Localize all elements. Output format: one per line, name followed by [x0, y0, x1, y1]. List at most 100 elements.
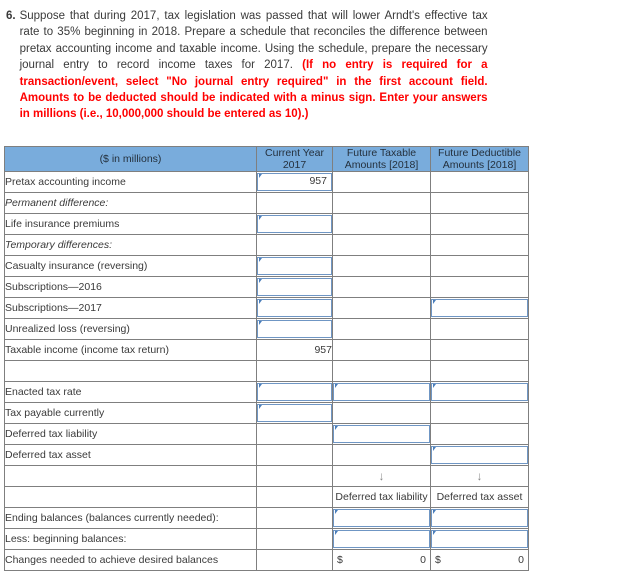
input-enacted-tax-rate-future-deductible[interactable] [431, 383, 528, 401]
cell-taxable-income-future-deductible [430, 339, 529, 361]
table-row: Subscriptions—2016 [4, 276, 529, 298]
cell-tax-payable-current[interactable] [256, 402, 333, 424]
footer-label-deferred-tax-asset: Deferred tax asset [430, 486, 529, 508]
row-label-unrealized-loss: Unrealized loss (reversing) [4, 318, 257, 340]
row-label-subscriptions-2017: Subscriptions—2017 [4, 297, 257, 319]
input-pretax-accounting-income-current[interactable]: 957 [257, 173, 332, 191]
row-label-ending-balances: Ending balances (balances currently need… [4, 507, 257, 529]
table-row: Enacted tax rate [4, 381, 529, 403]
header-current-year-line2: 2017 [282, 159, 307, 171]
input-beginning-balances-deferred-tax-asset[interactable] [431, 530, 528, 548]
table-row: Permanent difference: [4, 192, 529, 214]
cell-life-insurance-current[interactable] [256, 213, 333, 235]
cell-enacted-rate-current[interactable] [256, 381, 333, 403]
cell-changes-needed-future-taxable: $ 0 [332, 549, 431, 571]
input-subscriptions-2017-future-deductible[interactable] [431, 299, 528, 317]
cell-subs2016-current[interactable] [256, 276, 333, 298]
table-row [4, 360, 529, 382]
cell-subs2017-future-deductible[interactable] [430, 297, 529, 319]
table-row: Subscriptions—2017 [4, 297, 529, 319]
input-ending-balances-deferred-tax-asset[interactable] [431, 509, 528, 527]
row-label-enacted-tax-rate: Enacted tax rate [4, 381, 257, 403]
input-deferred-tax-liability-future-taxable[interactable] [333, 425, 430, 443]
table-row: Tax payable currently [4, 402, 529, 424]
table-row: Life insurance premiums [4, 213, 529, 235]
cell-footerlabel-current [256, 486, 333, 508]
cell-arrow-current [256, 465, 333, 487]
input-life-insurance-premiums-current[interactable] [257, 215, 332, 233]
table-row: Taxable income (income tax return) 957 [4, 339, 529, 361]
input-casualty-insurance-current[interactable] [257, 257, 332, 275]
header-current-year-line1: Current Year [265, 147, 324, 159]
row-label-permanent-difference: Permanent difference: [4, 192, 257, 214]
header-future-taxable-line1: Future Taxable [346, 147, 417, 159]
input-deferred-tax-asset-future-deductible[interactable] [431, 446, 528, 464]
cell-arrow-future-deductible: ↓ [430, 465, 529, 487]
table-row: Changes needed to achieve desired balanc… [4, 549, 529, 571]
table-row: Unrealized loss (reversing) [4, 318, 529, 340]
table-row: ↓ ↓ [4, 465, 529, 487]
cell-ending-balances-current [256, 507, 333, 529]
input-beginning-balances-deferred-tax-liability[interactable] [333, 530, 430, 548]
cell-spacer1-current [256, 360, 333, 382]
cell-deferred-liability-current [256, 423, 333, 445]
cell-tempdiff-future-deductible [430, 234, 529, 256]
input-enacted-tax-rate-future-taxable[interactable] [333, 383, 430, 401]
cell-enacted-rate-future-deductible[interactable] [430, 381, 529, 403]
header-row: ($ in millions) Current Year 2017 Future… [4, 146, 529, 172]
header-future-taxable-line2: Amounts [2018] [344, 159, 419, 171]
cell-subs2017-future-taxable [332, 297, 431, 319]
row-label-deferred-tax-liability: Deferred tax liability [4, 423, 257, 445]
cell-subs2017-current[interactable] [256, 297, 333, 319]
cell-beginning-balances-future-deductible[interactable] [430, 528, 529, 550]
table-row: Pretax accounting income 957 [4, 171, 529, 193]
cell-subs2016-future-deductible [430, 276, 529, 298]
cell-beginning-balances-future-taxable[interactable] [332, 528, 431, 550]
cell-enacted-rate-future-taxable[interactable] [332, 381, 431, 403]
row-label-spacer-2 [4, 465, 257, 487]
cell-casualty-future-deductible [430, 255, 529, 277]
cell-taxable-income-future-taxable [332, 339, 431, 361]
header-future-deductible-line2: Amounts [2018] [442, 159, 517, 171]
header-future-deductible: Future Deductible Amounts [2018] [430, 146, 529, 172]
cell-permdiff-future-taxable [332, 192, 431, 214]
cell-ending-balances-future-taxable[interactable] [332, 507, 431, 529]
cell-arrow-future-taxable: ↓ [332, 465, 431, 487]
row-label-life-insurance-premiums: Life insurance premiums [4, 213, 257, 235]
cell-casualty-current[interactable] [256, 255, 333, 277]
cell-ending-balances-future-deductible[interactable] [430, 507, 529, 529]
question-text: Suppose that during 2017, tax legislatio… [20, 8, 488, 123]
cell-deferred-liability-future-deductible [430, 423, 529, 445]
header-future-deductible-line1: Future Deductible [438, 147, 521, 159]
row-label-deferred-tax-asset: Deferred tax asset [4, 444, 257, 466]
input-subscriptions-2016-current[interactable] [257, 278, 332, 296]
cell-tax-payable-future-taxable [332, 402, 431, 424]
footer-label-deferred-tax-liability: Deferred tax liability [332, 486, 431, 508]
input-tax-payable-currently-current[interactable] [257, 404, 332, 422]
table-body: Pretax accounting income 957 Permanent d… [4, 171, 529, 571]
cell-life-insurance-future-deductible [430, 213, 529, 235]
cell-deferred-asset-future-deductible[interactable] [430, 444, 529, 466]
input-enacted-tax-rate-current[interactable] [257, 383, 332, 401]
input-ending-balances-deferred-tax-liability[interactable] [333, 509, 430, 527]
cell-pretax-current[interactable]: 957 [256, 171, 333, 193]
cell-permdiff-future-deductible [430, 192, 529, 214]
cell-casualty-future-taxable [332, 255, 431, 277]
row-label-casualty-insurance: Casualty insurance (reversing) [4, 255, 257, 277]
input-subscriptions-2017-current[interactable] [257, 299, 332, 317]
value-taxable-income-current: 957 [256, 339, 333, 361]
cell-deferred-liability-future-taxable[interactable] [332, 423, 431, 445]
cell-unrealized-current[interactable] [256, 318, 333, 340]
row-label-spacer-1 [4, 360, 257, 382]
row-label-spacer-3 [4, 486, 257, 508]
question-number: 6. [6, 10, 16, 22]
row-label-tax-payable-currently: Tax payable currently [4, 402, 257, 424]
row-label-temporary-differences: Temporary differences: [4, 234, 257, 256]
input-unrealized-loss-current[interactable] [257, 320, 332, 338]
cell-tempdiff-future-taxable [332, 234, 431, 256]
table-row: Deferred tax asset [4, 444, 529, 466]
cell-deferred-asset-current [256, 444, 333, 466]
question-row: 6. Suppose that during 2017, tax legisla… [6, 8, 622, 123]
row-label-taxable-income: Taxable income (income tax return) [4, 339, 257, 361]
cell-life-insurance-future-taxable [332, 213, 431, 235]
